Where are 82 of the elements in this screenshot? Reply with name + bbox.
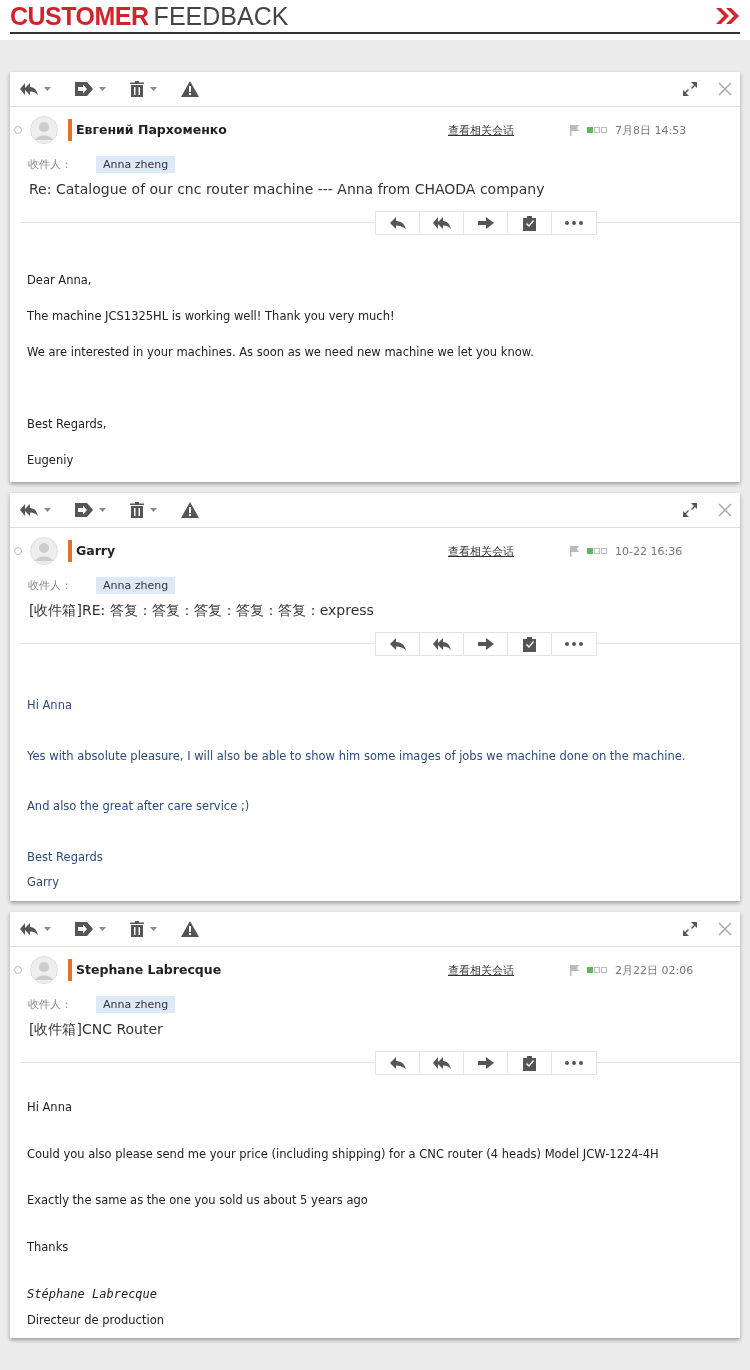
reply-all-icon[interactable] — [432, 637, 451, 651]
recipient-label: 收件人： — [28, 577, 73, 593]
sender-name: Stephane Labrecque — [68, 959, 222, 981]
sender-name: Евгений Пархоменко — [68, 119, 227, 141]
email-date: 10-22 16:36 — [615, 544, 683, 558]
clipboard-icon[interactable] — [523, 215, 536, 231]
reply-icon[interactable] — [389, 637, 406, 651]
related-conversations-link[interactable]: 查看相关会话 — [448, 962, 514, 978]
recipient-chip[interactable]: Anna zheng — [96, 576, 176, 594]
body-text: Directeur de production — [27, 1312, 165, 1329]
body-text: We are interested in your machines. As soon as we need new machine we let you know. — [27, 344, 535, 361]
caret-icon[interactable] — [99, 87, 106, 91]
caret-icon[interactable] — [99, 508, 106, 512]
body-text: And also the great after care service ;) — [27, 798, 251, 815]
reply-all-icon[interactable] — [20, 922, 38, 936]
body-text: Could you also please send me your price (including shipping) for a CNC router (4 heads) Model JCW-1224-4H — [27, 1146, 660, 1163]
more-icon[interactable] — [565, 642, 583, 646]
reply-all-icon[interactable] — [20, 503, 38, 517]
caret-icon[interactable] — [99, 927, 106, 931]
reply-all-icon[interactable] — [20, 82, 38, 96]
clipboard-icon[interactable] — [523, 1055, 536, 1071]
move-to-folder-icon[interactable] — [75, 503, 93, 517]
warning-icon[interactable] — [181, 81, 199, 97]
trash-icon[interactable] — [130, 81, 144, 97]
body-text: Best Regards — [27, 849, 104, 866]
related-conversations-link[interactable]: 查看相关会话 — [448, 122, 514, 138]
caret-icon[interactable] — [44, 508, 51, 512]
recipient-chip[interactable]: Anna zheng — [96, 155, 176, 173]
avatar-icon — [30, 956, 58, 984]
recipient-chip[interactable]: Anna zheng — [96, 995, 176, 1013]
related-conversations-link[interactable]: 查看相关会话 — [448, 543, 514, 559]
email-date: 7月8日 14:53 — [615, 122, 687, 138]
forward-arrow-icon[interactable] — [477, 217, 494, 229]
more-icon[interactable] — [565, 221, 583, 225]
clipboard-icon[interactable] — [523, 636, 536, 652]
trash-icon[interactable] — [130, 921, 144, 937]
email-date: 2月22日 02:06 — [615, 962, 694, 978]
body-text: Yes with absolute pleasure, I will also be able to show him some images of jobs we machine done on the machine. — [27, 748, 687, 765]
move-to-folder-icon[interactable] — [75, 922, 93, 936]
caret-icon[interactable] — [150, 508, 157, 512]
body-text: Eugeniy — [27, 452, 75, 469]
reply-all-icon[interactable] — [432, 1056, 451, 1070]
reply-icon[interactable] — [389, 216, 406, 230]
caret-icon[interactable] — [150, 87, 157, 91]
trash-icon[interactable] — [130, 502, 144, 518]
priority-dots-icon — [587, 548, 607, 554]
body-text: Hi Anna — [27, 697, 73, 714]
recipient-label: 收件人： — [28, 156, 73, 172]
more-icon[interactable] — [565, 1061, 583, 1065]
avatar-icon — [30, 116, 58, 144]
body-text: Exactly the same as the one you sold us about 5 years ago — [27, 1192, 369, 1209]
body-text: Thanks — [27, 1239, 70, 1256]
body-text: Garry — [27, 874, 61, 891]
page-title: CUSTOMER — [10, 1, 149, 31]
sender-name: Garry — [68, 540, 116, 562]
expand-icon[interactable] — [682, 81, 698, 97]
forward-arrow-icon[interactable] — [477, 1057, 494, 1069]
email-subject: Re: Catalogue of our cnc router machine --- Anna from CHAODA company — [28, 180, 546, 199]
body-text: The machine JCS1325HL is working well! Thank you very much! — [27, 308, 396, 325]
body-text: Hi Anna — [27, 1099, 73, 1116]
priority-dots-icon — [587, 967, 607, 973]
move-to-folder-icon[interactable] — [75, 82, 93, 96]
signature: Stéphane Labrecque — [27, 1286, 159, 1303]
page-title: FEEDBACK — [153, 1, 290, 31]
caret-icon[interactable] — [44, 87, 51, 91]
forward-arrow-icon[interactable] — [477, 638, 494, 650]
warning-icon[interactable] — [181, 502, 199, 518]
avatar-icon — [30, 537, 58, 565]
caret-icon[interactable] — [44, 927, 51, 931]
expand-icon[interactable] — [682, 921, 698, 937]
caret-icon[interactable] — [150, 927, 157, 931]
warning-icon[interactable] — [181, 921, 199, 937]
reply-all-icon[interactable] — [432, 216, 451, 230]
reply-icon[interactable] — [389, 1056, 406, 1070]
expand-icon[interactable] — [682, 502, 698, 518]
email-subject: [收件箱]RE: 答复：答复：答复：答复：答复：express — [28, 601, 375, 620]
email-subject: [收件箱]CNC Router — [28, 1020, 164, 1039]
double-chevron-icon — [716, 8, 740, 24]
body-text: Best Regards, — [27, 416, 108, 433]
body-text: Dear Anna, — [27, 272, 93, 289]
recipient-label: 收件人： — [28, 996, 73, 1012]
priority-dots-icon — [587, 127, 607, 133]
